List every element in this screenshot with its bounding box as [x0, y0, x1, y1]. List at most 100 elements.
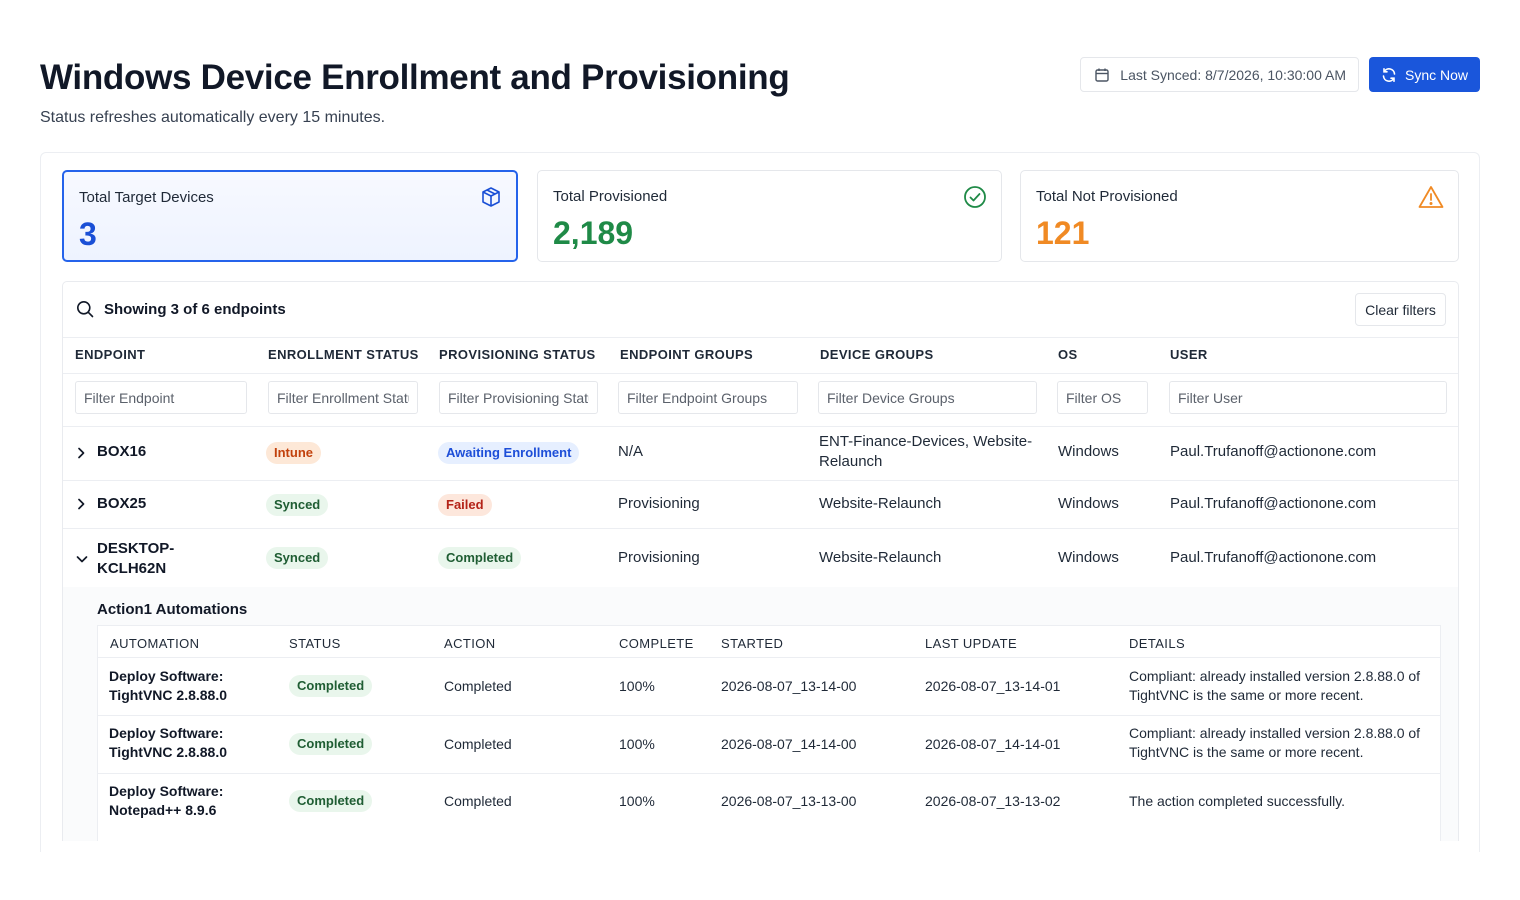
automation-complete: 100%: [619, 678, 655, 694]
device-groups: Website-Relaunch: [819, 495, 942, 512]
provisioning-status-badge: Completed: [438, 547, 522, 569]
os: Windows: [1058, 495, 1119, 512]
automation-name: Deploy Software: TightVNC 2.8.88.0: [109, 725, 228, 760]
column-header-enrollment-status[interactable]: ENROLLMENT STATUS: [268, 347, 419, 362]
endpoint-name: BOX16: [97, 443, 147, 460]
card-total-target-devices[interactable]: Total Target Devices 3: [62, 170, 518, 262]
check-circle-icon: [964, 186, 986, 208]
chevron-right-icon[interactable]: [75, 497, 87, 511]
automations-panel: Action1 Automations AUTOMATION STATUS AC…: [63, 587, 1458, 841]
automation-row: Deploy Software: Notepad++ 8.9.6 Complet…: [98, 774, 1440, 834]
automation-name: Deploy Software: Notepad++ 8.9.6: [109, 783, 224, 818]
automation-status-badge: Completed: [289, 790, 373, 812]
endpoint-groups: N/A: [618, 443, 644, 460]
endpoint-name: DESKTOP-KCLH62N: [97, 540, 175, 577]
column-header-user[interactable]: USER: [1170, 347, 1208, 362]
automation-action: Completed: [444, 793, 512, 809]
divider: [63, 373, 1458, 374]
enrollment-status-badge: Intune: [266, 442, 321, 464]
os: Windows: [1058, 443, 1119, 460]
column-header-device-groups[interactable]: DEVICE GROUPS: [820, 347, 934, 362]
card-label: Total Target Devices: [79, 189, 214, 206]
endpoint-groups: Provisioning: [618, 549, 700, 566]
sync-now-label: Sync Now: [1404, 66, 1469, 83]
automation-row: Deploy Software: TightVNC 2.8.88.0 Compl…: [98, 716, 1440, 773]
last-synced-text: Last Synced: 8/7/2026, 10:30:00 AM: [1120, 66, 1346, 83]
chevron-right-icon[interactable]: [75, 446, 87, 460]
os: Windows: [1058, 549, 1119, 566]
column-header-provisioning-status[interactable]: PROVISIONING STATUS: [439, 347, 596, 362]
last-synced-chip: Last Synced: 8/7/2026, 10:30:00 AM: [1080, 57, 1359, 92]
header-actions: Last Synced: 8/7/2026, 10:30:00 AM Sync …: [1080, 57, 1480, 92]
showing-text: Showing 3 of 6 endpoints: [104, 300, 286, 318]
card-label: Total Provisioned: [553, 188, 668, 205]
filter-user-input[interactable]: [1169, 381, 1447, 414]
clear-filters-button[interactable]: Clear filters: [1355, 293, 1446, 326]
automation-last-update: 2026-08-07_13-14-01: [925, 678, 1061, 694]
automation-details: The action completed successfully.: [1129, 793, 1346, 809]
user: Paul.Trufanoff@actionone.com: [1170, 495, 1377, 512]
automation-complete: 100%: [619, 793, 655, 809]
automations-table: AUTOMATION STATUS ACTION COMPLETE STARTE…: [97, 625, 1441, 841]
table-row[interactable]: BOX16 Intune Awaiting Enrollment N/A ENT…: [63, 427, 1458, 480]
enrollment-status-badge: Synced: [266, 547, 329, 569]
column-header-automation: AUTOMATION: [110, 636, 200, 651]
search-icon: [77, 301, 94, 318]
automation-started: 2026-08-07_13-13-00: [721, 793, 857, 809]
sync-now-button[interactable]: Sync Now: [1369, 57, 1480, 92]
column-header-last-update: LAST UPDATE: [925, 636, 1018, 651]
automations-title: Action1 Automations: [97, 601, 248, 618]
column-header-endpoint[interactable]: ENDPOINT: [75, 347, 145, 362]
card-value: 3: [79, 216, 97, 252]
filter-endpoint-groups-input[interactable]: [618, 381, 798, 414]
provisioning-status-badge: Failed: [438, 494, 492, 516]
table-row[interactable]: BOX25 Synced Failed Provisioning Website…: [63, 481, 1458, 528]
automation-row: Deploy Software: TightVNC 2.8.88.0 Compl…: [98, 658, 1440, 715]
card-total-provisioned[interactable]: Total Provisioned 2,189: [537, 170, 1002, 262]
showing-count: Showing 3 of 6 endpoints: [76, 300, 286, 318]
device-groups: ENT-Finance-Devices, Website-Relaunch: [819, 433, 1033, 470]
automation-started: 2026-08-07_14-14-00: [721, 736, 857, 752]
column-header-endpoint-groups[interactable]: ENDPOINT GROUPS: [620, 347, 753, 362]
filter-os-input[interactable]: [1057, 381, 1148, 414]
page-subtitle: Status refreshes automatically every 15 …: [40, 109, 386, 126]
filter-provisioning-status-input[interactable]: [439, 381, 598, 414]
column-header-status: STATUS: [289, 636, 341, 651]
page-header: Windows Device Enrollment and Provisioni…: [40, 57, 1480, 138]
device-groups: Website-Relaunch: [819, 549, 942, 566]
user: Paul.Trufanoff@actionone.com: [1170, 443, 1377, 460]
page-title: Windows Device Enrollment and Provisioni…: [40, 58, 790, 97]
warning-icon: [1418, 186, 1444, 208]
automation-details: Compliant: already installed version 2.8…: [1129, 668, 1421, 703]
column-header-os[interactable]: OS: [1058, 347, 1078, 362]
chevron-down-icon[interactable]: [75, 553, 89, 565]
card-value: 121: [1036, 215, 1090, 251]
user: Paul.Trufanoff@actionone.com: [1170, 549, 1377, 566]
automation-status-badge: Completed: [289, 675, 373, 697]
automation-action: Completed: [444, 736, 512, 752]
filter-endpoint-input[interactable]: [75, 381, 247, 414]
calendar-icon: [1095, 68, 1109, 82]
filter-device-groups-input[interactable]: [818, 381, 1037, 414]
column-header-action: ACTION: [444, 636, 496, 651]
automation-complete: 100%: [619, 736, 655, 752]
automation-last-update: 2026-08-07_13-13-02: [925, 793, 1061, 809]
table-row[interactable]: DESKTOP-KCLH62N Synced Completed Provisi…: [63, 529, 1458, 587]
divider: [63, 337, 1458, 338]
column-header-complete: COMPLETE: [619, 636, 694, 651]
refresh-icon: [1382, 67, 1396, 82]
enrollment-status-badge: Synced: [266, 494, 329, 516]
automation-started: 2026-08-07_13-14-00: [721, 678, 857, 694]
card-label: Total Not Provisioned: [1036, 188, 1178, 205]
cube-icon: [482, 187, 500, 207]
card-total-not-provisioned[interactable]: Total Not Provisioned 121: [1020, 170, 1459, 262]
automation-last-update: 2026-08-07_14-14-01: [925, 736, 1061, 752]
endpoint-name: BOX25: [97, 495, 147, 512]
automation-action: Completed: [444, 678, 512, 694]
filter-enrollment-status-input[interactable]: [268, 381, 418, 414]
endpoints-table: Showing 3 of 6 endpoints Clear filters E…: [62, 281, 1459, 841]
automation-details: Compliant: already installed version 2.8…: [1129, 725, 1421, 760]
provisioning-status-badge: Awaiting Enrollment: [438, 442, 580, 464]
automation-status-badge: Completed: [289, 733, 373, 755]
column-header-started: STARTED: [721, 636, 784, 651]
